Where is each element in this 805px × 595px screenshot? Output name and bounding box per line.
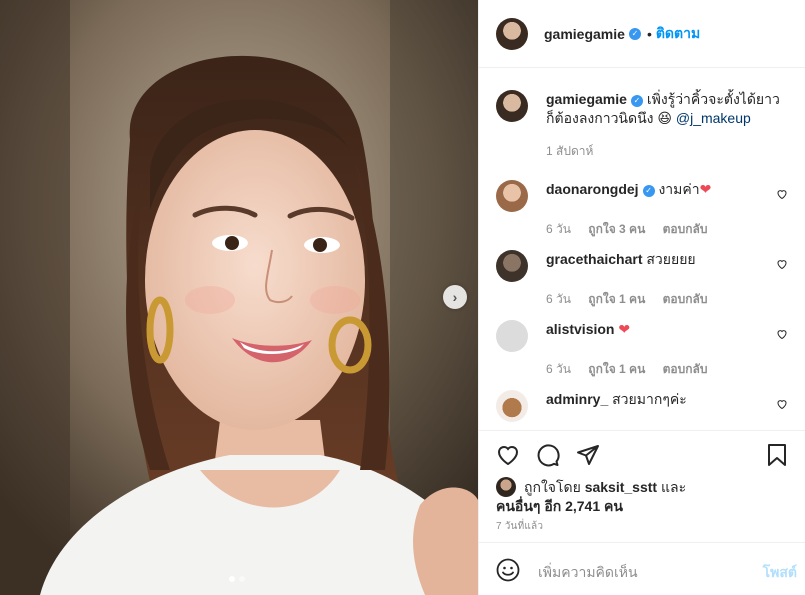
comments-list[interactable]: gamiegamie ✓ เพิ่งรู้ว่าคิ้วจะตั้งได้ยาว … [479,68,805,430]
comment-username[interactable]: gracethaichart [546,251,642,267]
comment-username[interactable]: adminry_ [546,391,608,407]
instagram-post-modal: › gamiegamie ✓ • ติดตาม gamiegamie ✓ เพิ่… [0,0,805,595]
comment-time[interactable]: 6 วัน [546,362,571,376]
post-timestamp[interactable]: 7 วันที่แล้ว [496,519,543,534]
comment-text: สวยมากๆค่ะ [612,391,687,407]
comment-likes[interactable]: ถูกใจ 1 คน [588,292,645,306]
author-avatar[interactable] [496,90,528,122]
commenter-avatar[interactable] [496,250,528,282]
comment-like-heart-icon[interactable] [776,258,788,270]
caption-mention[interactable]: @j_makeup [676,110,751,126]
liker-username[interactable]: saksit_sstt [585,479,657,495]
commenter-avatar[interactable] [496,390,528,422]
reply-button[interactable]: ตอบกลับ [663,292,708,306]
liker-avatar[interactable] [496,477,516,497]
follow-separator: • [646,25,652,42]
post-actions [479,430,805,478]
caption-username[interactable]: gamiegamie [546,91,627,107]
red-heart-emoji: ❤ [618,321,631,337]
comment-likes[interactable]: ถูกใจ 3 คน [588,222,645,236]
verified-badge-icon: ✓ [642,185,655,197]
red-heart-emoji: ❤ [699,181,712,197]
share-icon[interactable] [576,443,600,467]
likes-count[interactable]: คนอื่นๆ อีก 2,741 คน [496,496,623,518]
liked-by-label: ถูกใจโดย [524,479,581,495]
carousel-dot [239,576,245,582]
carousel-dots [229,576,245,582]
caption-time[interactable]: 1 สัปดาห์ [546,144,593,158]
comment-text: งามค่า [658,181,700,197]
comment-like-heart-icon[interactable] [776,188,788,200]
post-photo[interactable]: › [0,0,478,595]
commenter-avatar[interactable] [496,180,528,212]
add-comment-bar: เพิ่มความคิดเห็น โพสต์ [479,542,805,595]
bookmark-icon[interactable] [765,443,789,467]
comment-icon[interactable] [536,443,560,467]
likes-and-label: และ [660,479,687,495]
author-username[interactable]: gamiegamie [544,26,625,42]
post-side-panel: gamiegamie ✓ • ติดตาม gamiegamie ✓ เพิ่งร… [478,0,805,595]
follow-button[interactable]: ติดตาม [656,23,700,45]
portrait-image [0,0,478,595]
post-header: gamiegamie ✓ • ติดตาม [479,0,805,68]
carousel-dot-active [229,576,235,582]
comment-input[interactable]: เพิ่มความคิดเห็น [538,562,638,584]
comment-username[interactable]: daonarongdej [546,181,639,197]
comment-username[interactable]: alistvision [546,321,614,337]
heart-icon[interactable] [496,443,520,467]
post-comment-button[interactable]: โพสต์ [763,562,797,584]
author-avatar[interactable] [496,17,528,50]
verified-badge-icon: ✓ [628,27,641,40]
reply-button[interactable]: ตอบกลับ [663,222,708,236]
reply-button[interactable]: ตอบกลับ [663,362,708,376]
chevron-right-icon: › [452,289,458,305]
smile-icon[interactable] [496,558,520,582]
comment-text: สวยยยย [646,251,696,267]
comment-like-heart-icon[interactable] [776,328,788,340]
comment-likes[interactable]: ถูกใจ 1 คน [588,362,645,376]
commenter-avatar[interactable] [496,320,528,352]
comment-time[interactable]: 6 วัน [546,222,571,236]
comment-time[interactable]: 6 วัน [546,292,571,306]
comment-like-heart-icon[interactable] [776,398,788,410]
next-image-button[interactable]: › [443,285,467,309]
verified-badge-icon: ✓ [630,95,643,107]
